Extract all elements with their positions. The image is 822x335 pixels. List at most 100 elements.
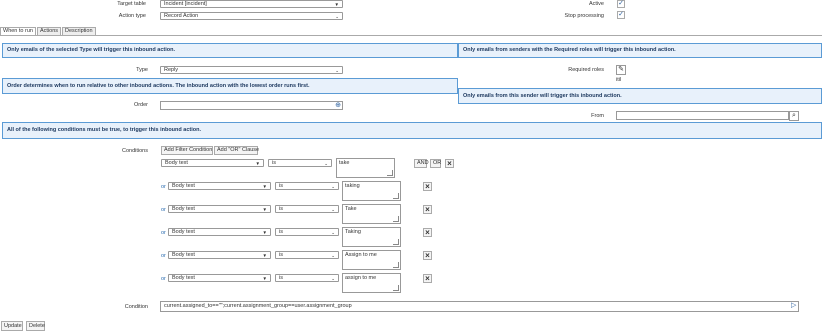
info-only-senders-roles: Only emails from senders with the Requir… <box>458 43 822 58</box>
from-input[interactable] <box>616 111 789 120</box>
active-label: Active <box>589 1 604 7</box>
chevron-down-icon: ⌄ <box>335 14 339 19</box>
or-text: or <box>161 276 166 282</box>
order-label: Order <box>133 102 148 108</box>
tab-actions[interactable]: Actions <box>36 27 62 35</box>
chevron-down-icon: ⌄ <box>331 207 335 212</box>
chevron-down-icon: ⌄ <box>331 230 335 235</box>
caret-down-icon: ▼ <box>262 207 267 212</box>
condition-field-value: Body text <box>172 206 195 212</box>
chevron-down-icon: ⌄ <box>335 68 339 73</box>
or-button[interactable]: OR <box>430 159 441 168</box>
update-button[interactable]: Update <box>1 321 23 331</box>
and-button[interactable]: AND <box>414 159 429 168</box>
active-checkbox[interactable]: ✓ <box>617 0 625 8</box>
caret-down-icon: ▼ <box>262 253 267 258</box>
caret-down-icon: ▼ <box>262 276 267 281</box>
condition-field-value: Body text <box>172 252 195 258</box>
condition-field-select[interactable]: Body text ▼ <box>168 274 271 282</box>
close-icon[interactable]: × <box>423 228 432 237</box>
clock-icon[interactable]: ⊕ <box>335 102 341 109</box>
condition-field-select[interactable]: Body text ▼ <box>168 251 271 259</box>
condition-operator-select[interactable]: is ⌄ <box>268 159 332 167</box>
condition-field-value: Body text <box>165 160 188 166</box>
stop-processing-label: Stop processing <box>564 13 604 19</box>
condition-operator-value: is <box>279 252 283 258</box>
info-only-sender: Only emails from this sender will trigge… <box>458 88 822 104</box>
check-icon: ✓ <box>618 0 624 7</box>
check-icon: ✓ <box>618 11 624 18</box>
condition-field-value: Body text <box>172 275 195 281</box>
close-icon[interactable]: × <box>423 205 432 214</box>
condition-field-select[interactable]: Body text ▼ <box>168 182 271 190</box>
condition-operator-select[interactable]: is ⌄ <box>275 205 339 213</box>
delete-button[interactable]: Delete <box>26 321 45 331</box>
condition-operator-value: is <box>279 275 283 281</box>
action-type-select[interactable]: Record Action ⌄ <box>160 12 343 20</box>
chevron-down-icon: ⌄ <box>331 253 335 258</box>
from-label: From <box>591 113 604 119</box>
type-value: Reply <box>164 67 179 73</box>
play-icon[interactable]: ▷ <box>791 302 796 310</box>
condition-field-value: Body text <box>172 183 195 189</box>
condition-operator-value: is <box>279 229 283 235</box>
chevron-down-icon: ⌄ <box>324 161 328 166</box>
condition-script-input[interactable]: current.assigned_to=="";current.assignme… <box>160 301 799 312</box>
or-text: or <box>161 253 166 259</box>
type-select[interactable]: Reply ⌄ <box>160 66 343 74</box>
condition-field-value: Body text <box>172 229 195 235</box>
condition-operator-value: is <box>279 206 283 212</box>
caret-down-icon: ▼ <box>255 161 260 166</box>
condition-value-textarea[interactable]: Assign to me <box>342 250 401 270</box>
caret-down-icon: ▼ <box>262 184 267 189</box>
condition-field-select[interactable]: Body text ▼ <box>161 159 264 167</box>
condition-script-value: current.assigned_to=="";current.assignme… <box>164 303 352 309</box>
condition-value-textarea[interactable]: take <box>336 158 395 178</box>
add-filter-condition-button[interactable]: Add Filter Condition <box>161 146 213 155</box>
or-text: or <box>161 207 166 213</box>
add-or-clause-button[interactable]: Add "OR" Clause <box>214 146 259 155</box>
condition-operator-value: is <box>279 183 283 189</box>
condition-value-textarea[interactable]: Taking <box>342 227 401 247</box>
chevron-down-icon: ⌄ <box>331 276 335 281</box>
target-table-select[interactable]: Incident [incident] ▼ <box>160 0 343 8</box>
action-type-value: Record Action <box>164 13 199 19</box>
condition-value-textarea[interactable]: Take <box>342 204 401 224</box>
condition-field-select[interactable]: Body text ▼ <box>168 228 271 236</box>
required-roles-label: Required roles <box>568 67 604 73</box>
chevron-down-icon: ⌄ <box>331 184 335 189</box>
order-input[interactable]: ⊕ <box>160 101 343 110</box>
target-table-value: Incident [incident] <box>164 1 207 7</box>
close-icon[interactable]: × <box>423 182 432 191</box>
required-roles-value: itil <box>616 77 622 83</box>
close-icon[interactable]: × <box>423 251 432 260</box>
condition-field-select[interactable]: Body text ▼ <box>168 205 271 213</box>
info-order: Order determines when to run relative to… <box>2 78 458 94</box>
condition-operator-value: is <box>272 160 276 166</box>
tab-divider <box>0 35 822 36</box>
type-label: Type <box>136 67 148 73</box>
conditions-label: Conditions <box>122 148 148 154</box>
or-text: or <box>161 230 166 236</box>
info-only-type: Only emails of the selected Type will tr… <box>2 43 458 58</box>
condition-value-textarea[interactable]: taking <box>342 181 401 201</box>
close-icon[interactable]: × <box>423 274 432 283</box>
pencil-icon[interactable]: ✎ <box>616 65 626 75</box>
close-icon[interactable]: × <box>445 159 454 168</box>
caret-down-icon: ▼ <box>262 230 267 235</box>
condition-operator-select[interactable]: is ⌄ <box>275 228 339 236</box>
condition-operator-select[interactable]: is ⌄ <box>275 274 339 282</box>
search-icon[interactable]: ⌕ <box>789 111 799 121</box>
stop-processing-checkbox[interactable]: ✓ <box>617 11 625 19</box>
tab-description[interactable]: Description <box>62 27 96 35</box>
condition-value-textarea[interactable]: assign to me <box>342 273 401 293</box>
target-table-label: Target table <box>117 1 146 7</box>
tab-when-to-run[interactable]: When to run <box>0 27 36 35</box>
info-all-conditions: All of the following conditions must be … <box>2 122 822 139</box>
tab-bar: When to run Actions Description <box>0 27 97 35</box>
action-type-label: Action type <box>118 13 146 19</box>
condition-operator-select[interactable]: is ⌄ <box>275 251 339 259</box>
or-text: or <box>161 184 166 190</box>
condition-operator-select[interactable]: is ⌄ <box>275 182 339 190</box>
condition-label: Condition <box>124 304 148 310</box>
